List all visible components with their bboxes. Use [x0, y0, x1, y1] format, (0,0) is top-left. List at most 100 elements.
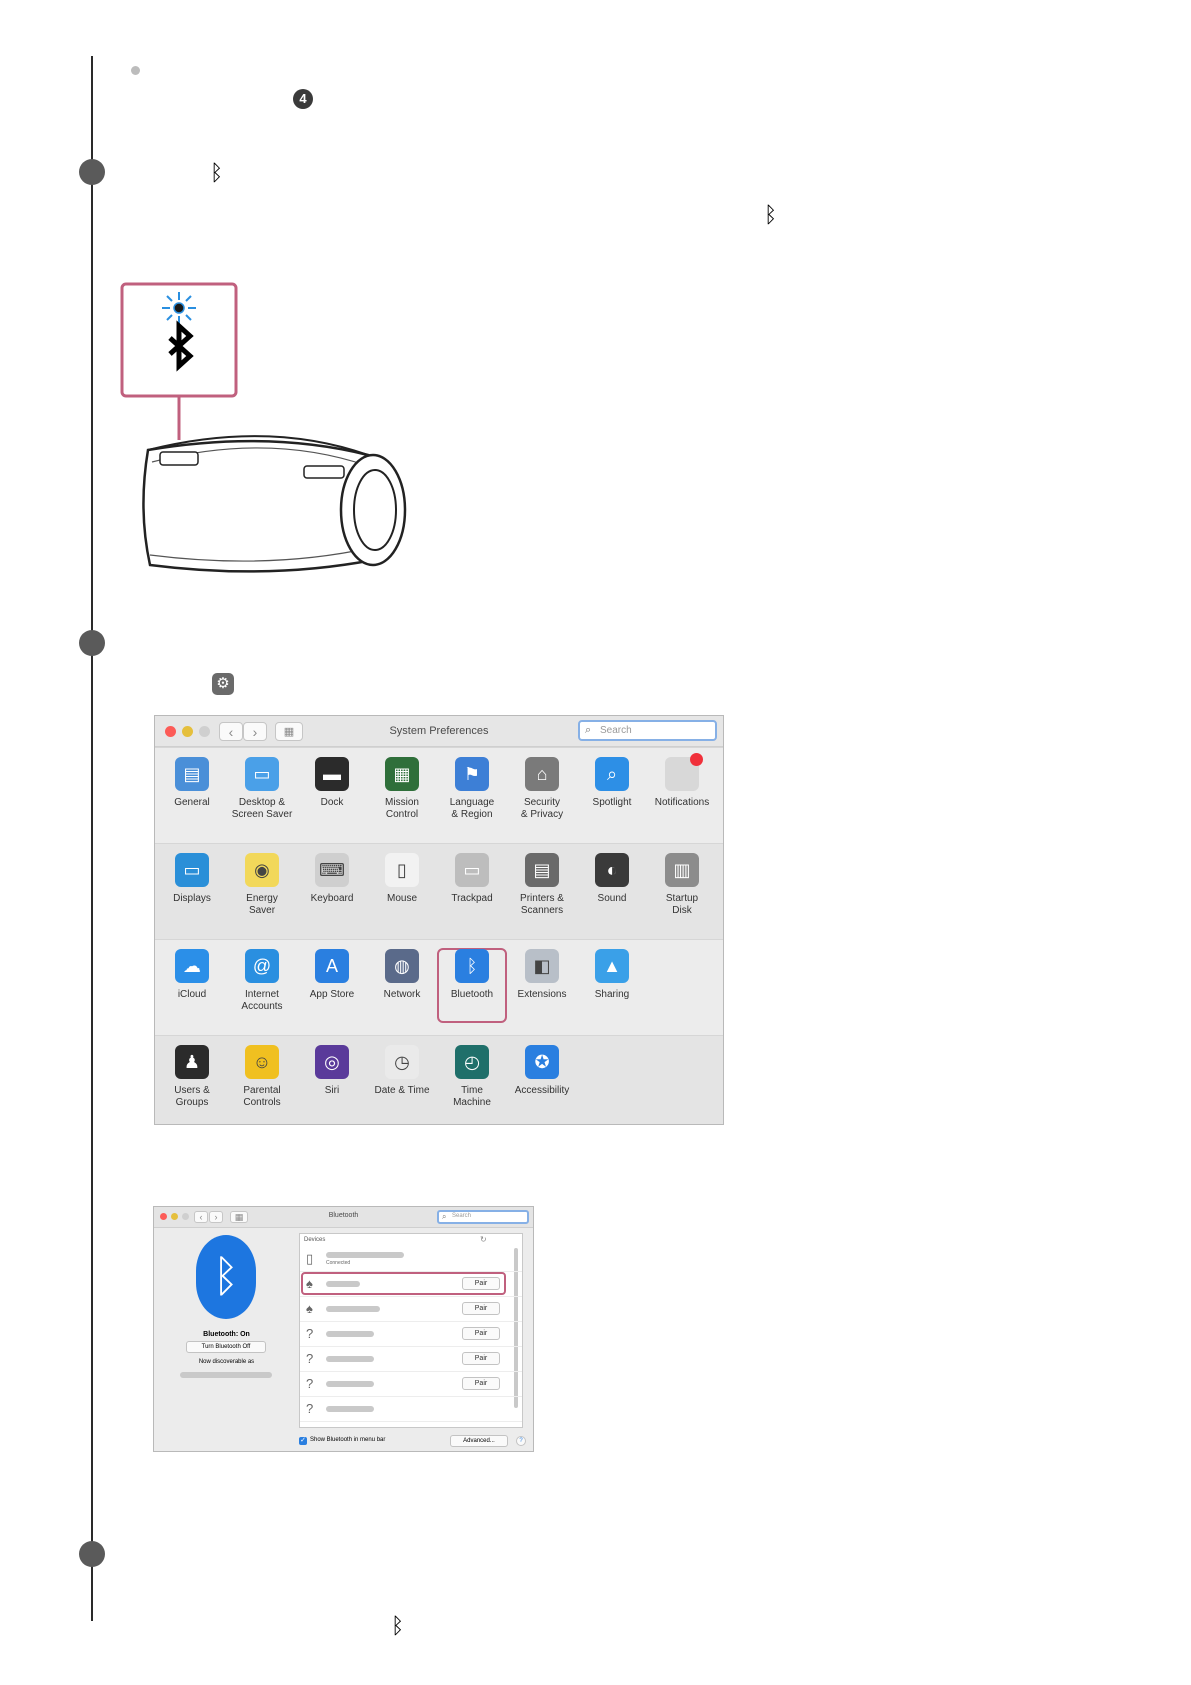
device-name-redacted [326, 1381, 374, 1387]
pair-button[interactable]: Pair [462, 1377, 500, 1390]
pref-mission-control[interactable]: ▦ Mission Control [369, 757, 435, 821]
pref-bluetooth[interactable]: ᛒ Bluetooth [439, 949, 505, 1001]
pref-internet-accounts[interactable]: @ Internet Accounts [229, 949, 295, 1013]
keyboard-icon: ⌨ [315, 853, 349, 887]
bluetooth-icon: ᛒ [391, 1614, 405, 1639]
pref-language[interactable]: ⚑ Language & Region [439, 757, 505, 821]
siri-icon: ◎ [315, 1045, 349, 1079]
connected-label: Connected [326, 1260, 351, 1266]
notifications-icon [665, 753, 703, 791]
pref-siri[interactable]: ◎ Siri [299, 1045, 365, 1097]
system-preferences-small-icon: ⚙ [212, 673, 234, 695]
device-row[interactable]: ▯ Connected [300, 1247, 522, 1272]
help-button[interactable]: ? [516, 1436, 526, 1446]
pref-label: Security & Privacy [520, 797, 564, 820]
pref-label: Extensions [517, 989, 567, 1000]
pref-icloud[interactable]: ☁ iCloud [159, 949, 225, 1001]
device-row[interactable]: ? Pair [300, 1347, 522, 1372]
pref-users-groups[interactable]: ♟ Users & Groups [159, 1045, 225, 1109]
network-icon: ◍ [385, 949, 419, 983]
displays-icon: ▭ [175, 853, 209, 887]
users-groups-icon: ♟ [175, 1045, 209, 1079]
pref-energy-saver[interactable]: ◉ Energy Saver [229, 853, 295, 917]
devices-header: Devices [304, 1237, 326, 1243]
device-row[interactable]: ♠ Pair [300, 1272, 522, 1297]
pref-label: Time Machine [453, 1085, 491, 1108]
pref-label: Displays [173, 893, 211, 904]
pref-dock[interactable]: ▬ Dock [299, 757, 365, 809]
step-timeline-line [91, 56, 93, 1621]
pref-keyboard[interactable]: ⌨ Keyboard [299, 853, 365, 905]
pref-label: iCloud [177, 989, 207, 1000]
pref-app-store[interactable]: A App Store [299, 949, 365, 1001]
mission-control-icon: ▦ [385, 757, 419, 791]
pref-printers[interactable]: ▤ Printers & Scanners [509, 853, 575, 917]
pref-sharing[interactable]: ▲ Sharing [579, 949, 645, 1001]
mouse-icon: ▯ [385, 853, 419, 887]
pref-label: Startup Disk [665, 893, 699, 916]
device-row[interactable]: ? [300, 1397, 522, 1422]
turn-bluetooth-off-button[interactable]: Turn Bluetooth Off [186, 1341, 266, 1353]
speaker-device-icon: ♠ [306, 1301, 313, 1316]
circled-number-icon: 4 [293, 89, 313, 109]
pref-time-machine[interactable]: ◴ Time Machine [439, 1045, 505, 1109]
bluetooth-icon: ᛒ [210, 161, 224, 186]
pref-label: Dock [320, 797, 344, 808]
search-input[interactable]: ⌕ Search [437, 1210, 529, 1224]
pref-label: Internet Accounts [241, 989, 283, 1012]
show-in-menu-bar-checkbox[interactable]: ✓ [299, 1437, 307, 1445]
pair-button[interactable]: Pair [462, 1352, 500, 1365]
device-name-redacted [326, 1306, 380, 1312]
pair-button[interactable]: Pair [462, 1302, 500, 1315]
pref-general[interactable]: ▤ General [159, 757, 225, 809]
pref-label: Desktop & Screen Saver [231, 797, 293, 820]
dock-icon: ▬ [315, 757, 349, 791]
pref-desktop[interactable]: ▭ Desktop & Screen Saver [229, 757, 295, 821]
device-name-redacted [326, 1356, 374, 1362]
pair-button[interactable]: Pair [462, 1327, 500, 1340]
search-input[interactable]: ⌕ Search [578, 720, 717, 741]
pref-label: General [174, 797, 210, 808]
pref-parental-controls[interactable]: ☺ Parental Controls [229, 1045, 295, 1109]
window-title-bar: ‹ › ▦ Bluetooth ⌕ Search [154, 1207, 533, 1228]
general-icon: ▤ [175, 757, 209, 791]
pref-label: Bluetooth [450, 989, 494, 1000]
device-name-redacted [326, 1331, 374, 1337]
search-icon: ⌕ [585, 724, 592, 736]
device-row[interactable]: ? Pair [300, 1322, 522, 1347]
pref-displays[interactable]: ▭ Displays [159, 853, 225, 905]
pref-notifications[interactable]: Notifications [649, 753, 715, 809]
pref-trackpad[interactable]: ▭ Trackpad [439, 853, 505, 905]
unknown-device-icon: ? [306, 1401, 314, 1416]
date-time-icon: ◷ [385, 1045, 419, 1079]
time-machine-icon: ◴ [455, 1045, 489, 1079]
system-preferences-window: ‹ › ▦ System Preferences ⌕ Search ▤ Gener… [154, 715, 724, 1125]
device-name-redacted [326, 1252, 404, 1258]
accessibility-icon: ✪ [525, 1045, 559, 1079]
device-row[interactable]: ? Pair [300, 1372, 522, 1397]
pref-label: Spotlight [592, 797, 632, 808]
pref-label: Users & Groups [174, 1085, 210, 1108]
pref-security[interactable]: ⌂ Security & Privacy [509, 757, 575, 821]
search-placeholder: Search [452, 1213, 472, 1219]
pref-network[interactable]: ◍ Network [369, 949, 435, 1001]
bluetooth-icon: ᛒ [455, 949, 489, 983]
pref-spotlight[interactable]: ⌕ Spotlight [579, 757, 645, 809]
bluetooth-window: ‹ › ▦ Bluetooth ⌕ Search ᛒ Bluetooth: On… [153, 1206, 534, 1452]
pref-date-time[interactable]: ◷ Date & Time [369, 1045, 435, 1097]
bluetooth-icon [168, 320, 194, 372]
speaker-illustration [120, 282, 407, 573]
pref-label: Printers & Scanners [520, 893, 564, 916]
advanced-button[interactable]: Advanced... [450, 1435, 508, 1447]
device-row[interactable]: ♠ Pair [300, 1297, 522, 1322]
internet-accounts-icon: @ [245, 949, 279, 983]
discoverable-text: Now discoverable as [198, 1359, 255, 1365]
search-placeholder: Search [600, 725, 632, 736]
pref-extensions[interactable]: ◧ Extensions [509, 949, 575, 1001]
pref-accessibility[interactable]: ✪ Accessibility [509, 1045, 575, 1097]
pref-startup-disk[interactable]: ▥ Startup Disk [649, 853, 715, 917]
pref-mouse[interactable]: ▯ Mouse [369, 853, 435, 905]
phone-device-icon: ▯ [306, 1251, 314, 1266]
step-marker [79, 1541, 105, 1567]
pref-sound[interactable]: ◐ Sound [579, 853, 645, 905]
